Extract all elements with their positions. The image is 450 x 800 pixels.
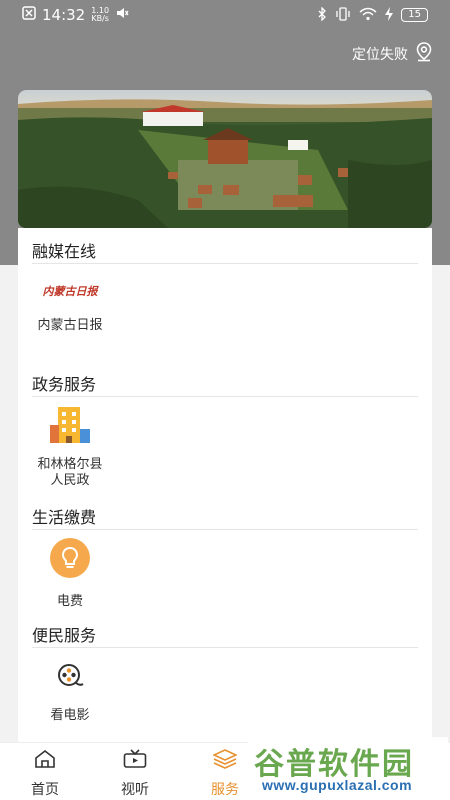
nav-label: 首页 [31,782,59,798]
section-title: 生活缴费 [32,508,97,527]
section-title: 便民服务 [32,626,97,645]
service-item-electricity-bill[interactable]: 电费 [32,538,108,610]
lightbulb-icon [50,538,90,582]
network-speed: 1.10 KB/s [91,6,110,23]
watermark-url: www.gupuxlazal.com [262,777,413,793]
status-time: 14:32 [42,6,86,24]
home-icon [34,749,56,773]
section-title: 政务服务 [32,375,97,394]
nav-video[interactable]: 视听 [100,749,170,799]
service-item-label: 看电影 [50,708,90,723]
location-status[interactable]: 定位失败 [352,42,434,66]
charging-icon [385,6,394,24]
vibrate-icon [335,6,351,24]
service-item-label: 和林格尔县人民政 [37,457,103,488]
nav-home[interactable]: 首页 [10,749,80,799]
newspaper-logo: 内蒙古日报 [42,285,98,298]
mute-icon [115,6,129,24]
divider [32,263,418,264]
status-bar: 14:32 1.10 KB/s 15 [0,0,450,30]
nav-label: 视听 [121,782,149,798]
banner-image[interactable] [18,90,432,228]
layers-icon [212,749,238,773]
film-reel-icon [56,662,84,694]
divider [32,396,418,397]
services-card: 融媒在线 内蒙古日报 内蒙古日报 政务服务 和林格尔县人民政 生活缴费 电费 便… [18,228,432,744]
divider [32,647,418,648]
location-pin-icon [414,42,434,66]
wifi-icon [359,7,377,24]
notification-icon [22,6,36,24]
building-icon [48,405,92,449]
watermark: 谷普软件园 www.gupuxlazal.com [248,737,448,797]
nav-label: 服务 [211,782,239,798]
service-item-label: 电费 [56,594,83,609]
bluetooth-icon [317,5,327,24]
service-item-movies[interactable]: 看电影 [32,662,108,724]
battery-indicator: 15 [401,8,428,22]
divider [32,529,418,530]
service-item-inner-mongolia-daily[interactable]: 内蒙古日报 内蒙古日报 [32,278,108,334]
video-icon [123,749,147,773]
location-text: 定位失败 [352,47,408,63]
section-title: 融媒在线 [32,242,97,261]
service-item-county-government[interactable]: 和林格尔县人民政 [32,405,108,489]
service-item-label: 内蒙古日报 [37,318,103,333]
